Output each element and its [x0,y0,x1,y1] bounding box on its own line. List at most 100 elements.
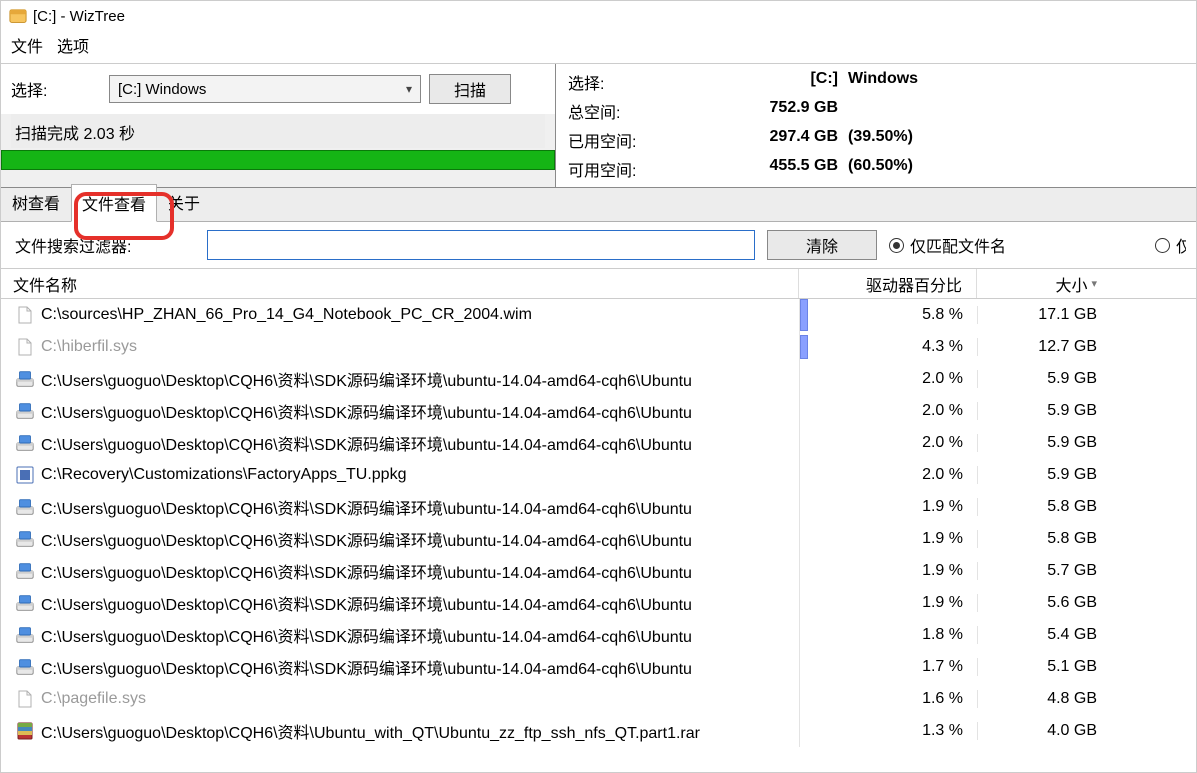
table-row[interactable]: C:\Users\guoguo\Desktop\CQH6\资料\SDK源码编译环… [1,587,1196,619]
info-drive-name: Windows [838,70,958,94]
ppkg-icon [15,465,35,485]
file-path: C:\Users\guoguo\Desktop\CQH6\资料\SDK源码编译环… [41,623,692,647]
pct-value: 1.8 % [814,626,977,644]
file-path: C:\hiberfil.sys [41,338,137,356]
chevron-down-icon: ▾ [406,82,412,96]
match-filename-label: 仅匹配文件名 [910,233,1006,257]
pct-value: 2.0 % [814,466,977,484]
pct-value: 2.0 % [814,434,977,452]
size-value: 5.8 GB [977,530,1115,548]
disk-icon [15,433,35,453]
scan-button[interactable]: 扫描 [429,74,511,104]
table-row[interactable]: C:\pagefile.sys1.6 %4.8 GB [1,683,1196,715]
size-value: 17.1 GB [977,306,1115,324]
table-row[interactable]: C:\Users\guoguo\Desktop\CQH6\资料\SDK源码编译环… [1,619,1196,651]
disk-icon [15,561,35,581]
file-path: C:\sources\HP_ZHAN_66_Pro_14_G4_Notebook… [41,306,532,324]
info-used-pct: (39.50%) [838,128,958,152]
radio-icon [889,238,904,253]
table-row[interactable]: C:\hiberfil.sys4.3 %12.7 GB [1,331,1196,363]
tab-file-view[interactable]: 文件查看 [71,184,157,222]
info-free-label: 可用空间: [568,157,728,181]
rar-icon [15,721,35,741]
pct-value: 1.6 % [814,690,977,708]
pct-value: 1.7 % [814,658,977,676]
pct-value: 1.9 % [814,594,977,612]
disk-icon [15,657,35,677]
table-row[interactable]: C:\Users\guoguo\Desktop\CQH6\资料\SDK源码编译环… [1,395,1196,427]
table-row[interactable]: C:\Users\guoguo\Desktop\CQH6\资料\SDK源码编译环… [1,651,1196,683]
pct-value: 1.9 % [814,498,977,516]
filter-input[interactable] [207,230,755,260]
file-path: C:\Users\guoguo\Desktop\CQH6\资料\SDK源码编译环… [41,527,692,551]
disk-icon [15,625,35,645]
file-path: C:\Users\guoguo\Desktop\CQH6\资料\SDK源码编译环… [41,559,692,583]
table-row[interactable]: C:\Users\guoguo\Desktop\CQH6\资料\SDK源码编译环… [1,523,1196,555]
menu-file[interactable]: 文件 [11,33,43,57]
size-value: 5.4 GB [977,626,1115,644]
col-header-name[interactable]: 文件名称 [1,269,799,298]
info-drive-id: [C:] [728,70,838,94]
file-path: C:\Users\guoguo\Desktop\CQH6\资料\SDK源码编译环… [41,399,692,423]
size-value: 4.0 GB [977,722,1115,740]
info-total-label: 总空间: [568,99,728,123]
drive-combobox-value: [C:] Windows [118,81,206,98]
window-title: [C:] - WizTree [33,8,125,25]
size-value: 5.9 GB [977,370,1115,388]
info-total: 752.9 GB [728,99,838,123]
info-select-label: 选择: [568,70,728,94]
info-free: 455.5 GB [728,157,838,181]
clear-button[interactable]: 清除 [767,230,877,260]
file-icon [15,689,35,709]
pct-value: 1.3 % [814,722,977,740]
menubar: 文件 选项 [1,29,1196,63]
pct-value: 2.0 % [814,402,977,420]
size-value: 5.9 GB [977,402,1115,420]
col-header-pct[interactable]: 驱动器百分比 [799,269,977,298]
pct-bar [800,299,808,331]
file-path: C:\Users\guoguo\Desktop\CQH6\资料\Ubuntu_w… [41,719,700,743]
upper-left-panel: 选择: [C:] Windows ▾ 扫描 扫描完成 2.03 秒 [1,64,556,187]
pct-value: 1.9 % [814,530,977,548]
size-value: 12.7 GB [977,338,1115,356]
size-value: 5.1 GB [977,658,1115,676]
file-path: C:\Users\guoguo\Desktop\CQH6\资料\SDK源码编译环… [41,591,692,615]
scan-status: 扫描完成 2.03 秒 [11,114,545,148]
table-row[interactable]: C:\Users\guoguo\Desktop\CQH6\资料\SDK源码编译环… [1,555,1196,587]
sort-desc-icon: ▾ [1091,277,1097,290]
file-path: C:\Users\guoguo\Desktop\CQH6\资料\SDK源码编译环… [41,495,692,519]
size-value: 5.6 GB [977,594,1115,612]
tab-tree-view[interactable]: 树查看 [1,183,71,221]
match-filename-radio[interactable]: 仅匹配文件名 [889,233,1006,257]
pct-value: 2.0 % [814,370,977,388]
disk-icon [15,369,35,389]
file-icon [15,337,35,357]
tab-about[interactable]: 关于 [157,183,211,221]
size-value: 5.9 GB [977,466,1115,484]
second-radio[interactable]: 仅 [1155,233,1186,257]
titlebar: [C:] - WizTree [1,1,1196,29]
table-row[interactable]: C:\Users\guoguo\Desktop\CQH6\资料\Ubuntu_w… [1,715,1196,747]
file-path: C:\Users\guoguo\Desktop\CQH6\资料\SDK源码编译环… [41,367,692,391]
table-row[interactable]: C:\Recovery\Customizations\FactoryApps_T… [1,459,1196,491]
drive-combobox[interactable]: [C:] Windows ▾ [109,75,421,103]
second-radio-label: 仅 [1176,233,1186,257]
col-header-size[interactable]: 大小 ▾ [977,272,1115,296]
pct-value: 1.9 % [814,562,977,580]
file-path: C:\Users\guoguo\Desktop\CQH6\资料\SDK源码编译环… [41,431,692,455]
table-row[interactable]: C:\Users\guoguo\Desktop\CQH6\资料\SDK源码编译环… [1,491,1196,523]
disk-icon [15,593,35,613]
pct-value: 5.8 % [814,306,977,324]
table-row[interactable]: C:\Users\guoguo\Desktop\CQH6\资料\SDK源码编译环… [1,363,1196,395]
table-row[interactable]: C:\Users\guoguo\Desktop\CQH6\资料\SDK源码编译环… [1,427,1196,459]
table-header: 文件名称 驱动器百分比 大小 ▾ [1,269,1196,299]
radio-icon [1155,238,1170,253]
upper-right-panel: 选择: [C:] Windows 总空间: 752.9 GB 已用空间: 297… [556,64,1196,187]
table-row[interactable]: C:\sources\HP_ZHAN_66_Pro_14_G4_Notebook… [1,299,1196,331]
disk-icon [15,497,35,517]
app-icon [9,8,27,24]
filter-label: 文件搜索过滤器: [15,233,195,257]
menu-options[interactable]: 选项 [57,33,89,57]
file-rows: C:\sources\HP_ZHAN_66_Pro_14_G4_Notebook… [1,299,1196,747]
info-used: 297.4 GB [728,128,838,152]
